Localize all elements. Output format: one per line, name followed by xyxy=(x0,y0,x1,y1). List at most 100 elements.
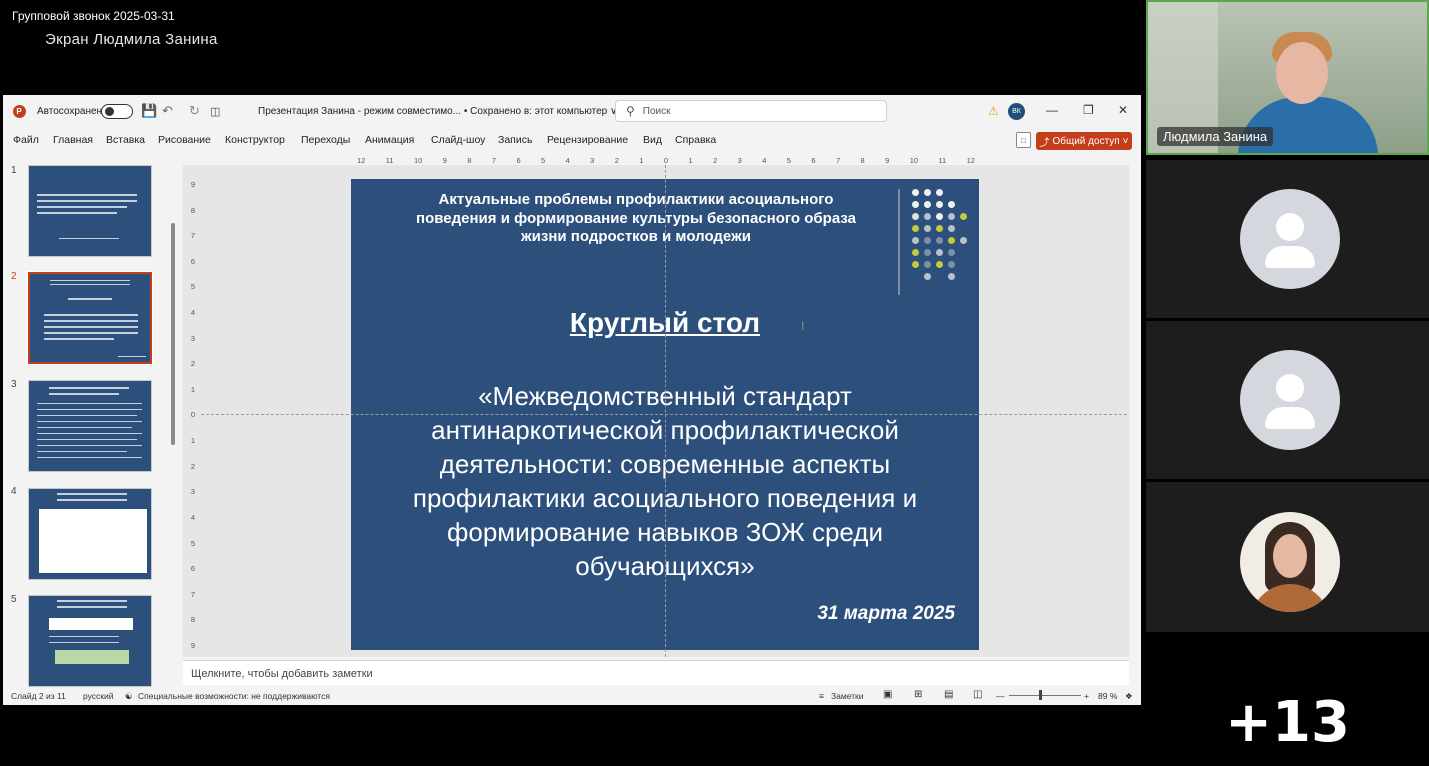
slide-counter: Слайд 2 из 11 xyxy=(11,691,66,701)
fit-slide-icon[interactable]: ❖ xyxy=(1125,691,1133,702)
default-avatar-icon xyxy=(1240,189,1340,289)
participant-tile[interactable] xyxy=(1146,321,1429,479)
ruler-v-tick: 1 xyxy=(190,436,196,446)
thumb-number: 3 xyxy=(11,379,17,390)
warning-icon[interactable]: ⚠ xyxy=(988,104,999,118)
ruler-v-tick: 4 xyxy=(190,512,196,522)
ruler-h-tick: 10 xyxy=(413,155,423,165)
slide-thumbnail-4[interactable] xyxy=(28,488,152,580)
slide-sorter-icon[interactable]: ⊞ xyxy=(914,689,922,700)
ruler-v-tick: 2 xyxy=(190,461,196,471)
slide-editor: Актуальные проблемы профилактики асоциал… xyxy=(183,165,1129,657)
ruler-h-tick: 8 xyxy=(860,155,865,165)
title-bar: P Автосохранение 💾 ↶ ↻ ◫ Презентация Зан… xyxy=(3,95,1141,127)
tab-insert[interactable]: Вставка xyxy=(106,134,145,146)
comments-icon[interactable]: □ xyxy=(1016,132,1031,148)
ruler-v-tick: 9 xyxy=(190,640,196,650)
ruler-h-tick: 0 xyxy=(663,155,669,165)
participant-tile[interactable] xyxy=(1146,160,1429,318)
ruler-h-tick: 2 xyxy=(713,155,718,165)
ruler-h-tick: 1 xyxy=(639,155,644,165)
language-indicator[interactable]: русский xyxy=(83,691,114,701)
ruler-h-tick: 5 xyxy=(786,155,791,165)
ruler-h-tick: 6 xyxy=(516,155,521,165)
reading-view-icon[interactable]: ▤ xyxy=(944,689,953,700)
ruler-h-tick: 3 xyxy=(590,155,595,165)
accessibility-icon: ☯ xyxy=(125,691,133,701)
chevron-down-icon: ˅ xyxy=(1122,135,1129,147)
accessibility-status[interactable]: Специальные возможности: не поддерживают… xyxy=(138,691,330,701)
ruler-v-tick: 7 xyxy=(190,231,196,241)
tab-record[interactable]: Запись xyxy=(498,134,532,146)
zoom-in-icon[interactable]: + xyxy=(1084,691,1089,701)
ruler-h-tick: 5 xyxy=(541,155,546,165)
powerpoint-logo-icon: P xyxy=(12,95,26,127)
tab-home[interactable]: Главная xyxy=(53,134,93,146)
call-window: Групповой звонок 2025-03-31 Экран Людмил… xyxy=(0,0,1429,766)
zoom-slider[interactable] xyxy=(1009,695,1081,696)
ruler-v-tick: 2 xyxy=(190,359,196,369)
present-icon[interactable]: ◫ xyxy=(210,95,220,127)
slideshow-view-icon[interactable]: ◫ xyxy=(973,689,982,700)
ruler-h-tick: 2 xyxy=(614,155,619,165)
redo-icon[interactable]: ↻ xyxy=(189,95,200,127)
ruler-h-tick: 3 xyxy=(737,155,742,165)
horizontal-guide xyxy=(201,414,1127,415)
slide-thumbnail-1[interactable] xyxy=(28,165,152,257)
save-icon[interactable]: 💾 xyxy=(141,95,157,127)
slide-thumbnail-3[interactable] xyxy=(28,380,152,472)
tab-review[interactable]: Рецензирование xyxy=(547,134,628,146)
speaker-face xyxy=(1276,42,1328,104)
tab-help[interactable]: Справка xyxy=(675,134,716,146)
speaker-video-tile[interactable]: Людмила Занина xyxy=(1146,0,1429,155)
ruler-h-tick: 7 xyxy=(835,155,841,165)
tab-draw[interactable]: Рисование xyxy=(158,134,211,146)
tab-design[interactable]: Конструктор xyxy=(225,134,285,146)
ribbon-tabs: Файл Главная Вставка Рисование Конструкт… xyxy=(3,129,1141,153)
notes-icon: ≡ xyxy=(819,691,824,701)
autosave-toggle[interactable] xyxy=(101,95,133,127)
participant-photo xyxy=(1240,512,1340,612)
screen-share-label: Экран Людмила Занина xyxy=(45,31,218,48)
close-icon[interactable]: ✕ xyxy=(1118,103,1128,117)
notes-toggle[interactable]: Заметки xyxy=(831,691,864,701)
tab-view[interactable]: Вид xyxy=(643,134,662,146)
slide-thumbnail-2[interactable] xyxy=(27,271,153,365)
tab-slideshow[interactable]: Слайд-шоу xyxy=(431,134,485,146)
search-input[interactable]: ⚲ Поиск xyxy=(615,100,887,122)
zoom-level[interactable]: 89 % xyxy=(1098,691,1117,701)
speaker-name: Людмила Занина xyxy=(1157,127,1274,146)
vertical-guide xyxy=(665,165,666,657)
ruler-h-tick: 12 xyxy=(357,155,366,165)
thumbnail-scrollbar[interactable] xyxy=(171,223,175,445)
ruler-v-tick: 9 xyxy=(190,180,196,189)
ruler-h-tick: 10 xyxy=(909,155,919,165)
ruler-v-tick: 7 xyxy=(190,589,196,599)
share-icon: ⤴ xyxy=(1039,137,1050,149)
normal-view-icon[interactable]: ▣ xyxy=(883,689,892,700)
minimize-icon[interactable]: — xyxy=(1046,103,1058,117)
default-avatar-icon xyxy=(1240,350,1340,450)
vertical-ruler: 9 8 7 6 5 4 3 2 1 0 1 2 3 4 5 6 7 8 9 xyxy=(188,180,198,650)
tab-file[interactable]: Файл xyxy=(13,134,39,146)
status-bar: Слайд 2 из 11 русский ☯ Специальные возм… xyxy=(3,687,1141,705)
zoom-out-icon[interactable]: — xyxy=(996,691,1005,701)
slide-thumbnail-5[interactable] xyxy=(28,595,152,687)
document-title[interactable]: Презентация Занина - режим совместимо...… xyxy=(258,95,617,127)
tab-transitions[interactable]: Переходы xyxy=(301,134,350,146)
notes-placeholder: Щелкните, чтобы добавить заметки xyxy=(191,668,373,680)
share-button[interactable]: ⤴ Общий доступ ˅ xyxy=(1036,132,1132,150)
more-participants-count[interactable]: +13 xyxy=(1146,690,1429,755)
restore-icon[interactable]: ❐ xyxy=(1083,103,1094,117)
undo-icon[interactable]: ↶ xyxy=(162,95,173,127)
ruler-h-tick: 9 xyxy=(885,155,890,165)
notes-pane[interactable]: Щелкните, чтобы добавить заметки xyxy=(183,660,1129,685)
ruler-v-tick: 5 xyxy=(190,538,196,548)
ruler-v-tick: 4 xyxy=(190,308,196,318)
participant-tile[interactable] xyxy=(1146,482,1429,632)
user-avatar[interactable]: ВК xyxy=(1008,103,1025,120)
ruler-v-tick: 6 xyxy=(190,256,196,266)
tab-animation[interactable]: Анимация xyxy=(365,134,414,146)
zoom-slider-thumb[interactable] xyxy=(1039,690,1042,700)
slide-heading: Актуальные проблемы профилактики асоциал… xyxy=(416,191,856,245)
